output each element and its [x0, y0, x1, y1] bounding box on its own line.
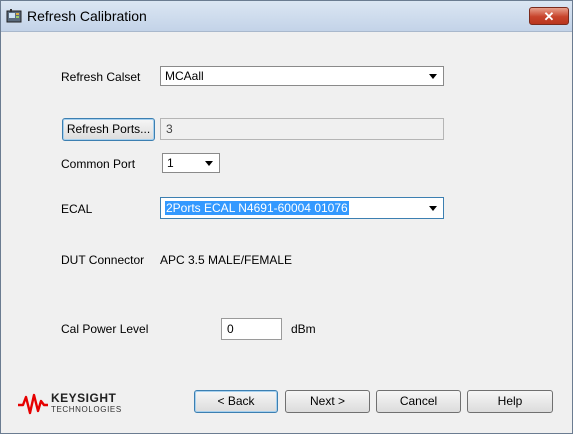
cancel-button[interactable]: Cancel	[376, 390, 461, 413]
chevron-down-icon[interactable]	[205, 161, 213, 166]
cal-power-input[interactable]: 0	[221, 318, 282, 340]
refresh-calset-value: MCAall	[165, 69, 204, 83]
cal-power-value: 0	[227, 322, 234, 336]
chevron-down-icon[interactable]	[429, 74, 437, 79]
refresh-ports-field: 3	[160, 118, 444, 140]
refresh-calset-label: Refresh Calset	[61, 70, 141, 84]
logo-subtitle: TECHNOLOGIES	[51, 405, 122, 414]
refresh-ports-button[interactable]: Refresh Ports...	[62, 118, 155, 141]
ecal-label: ECAL	[61, 202, 93, 216]
cal-power-unit: dBm	[291, 322, 316, 336]
common-port-dropdown[interactable]: 1	[162, 153, 220, 173]
close-icon: ✕	[543, 9, 555, 24]
ecal-value: 2Ports ECAL N4691-60004 01076	[165, 201, 349, 215]
close-button[interactable]: ✕	[529, 7, 569, 25]
refresh-calset-dropdown[interactable]: MCAall	[160, 66, 444, 86]
dut-connector-value: APC 3.5 MALE/FEMALE	[160, 253, 293, 267]
common-port-value: 1	[167, 156, 174, 170]
ecal-dropdown[interactable]: 2Ports ECAL N4691-60004 01076	[160, 197, 444, 219]
common-port-label: Common Port	[61, 157, 136, 171]
back-button[interactable]: < Back	[194, 390, 278, 413]
dut-connector-label: DUT Connector	[61, 253, 145, 267]
keysight-wave-icon	[18, 393, 48, 415]
logo-name: KEYSIGHT	[51, 391, 117, 405]
title-bar: Refresh Calibration ✕	[1, 1, 572, 32]
next-button[interactable]: Next >	[285, 390, 370, 413]
chevron-down-icon[interactable]	[429, 206, 437, 211]
calibration-app-icon	[6, 9, 22, 23]
refresh-ports-value: 3	[166, 122, 173, 136]
refresh-calibration-dialog: Refresh Calibration ✕ Refresh Calset MCA…	[0, 0, 573, 434]
cal-power-label: Cal Power Level	[61, 322, 149, 336]
window-title: Refresh Calibration	[27, 8, 147, 24]
help-button[interactable]: Help	[467, 390, 553, 413]
